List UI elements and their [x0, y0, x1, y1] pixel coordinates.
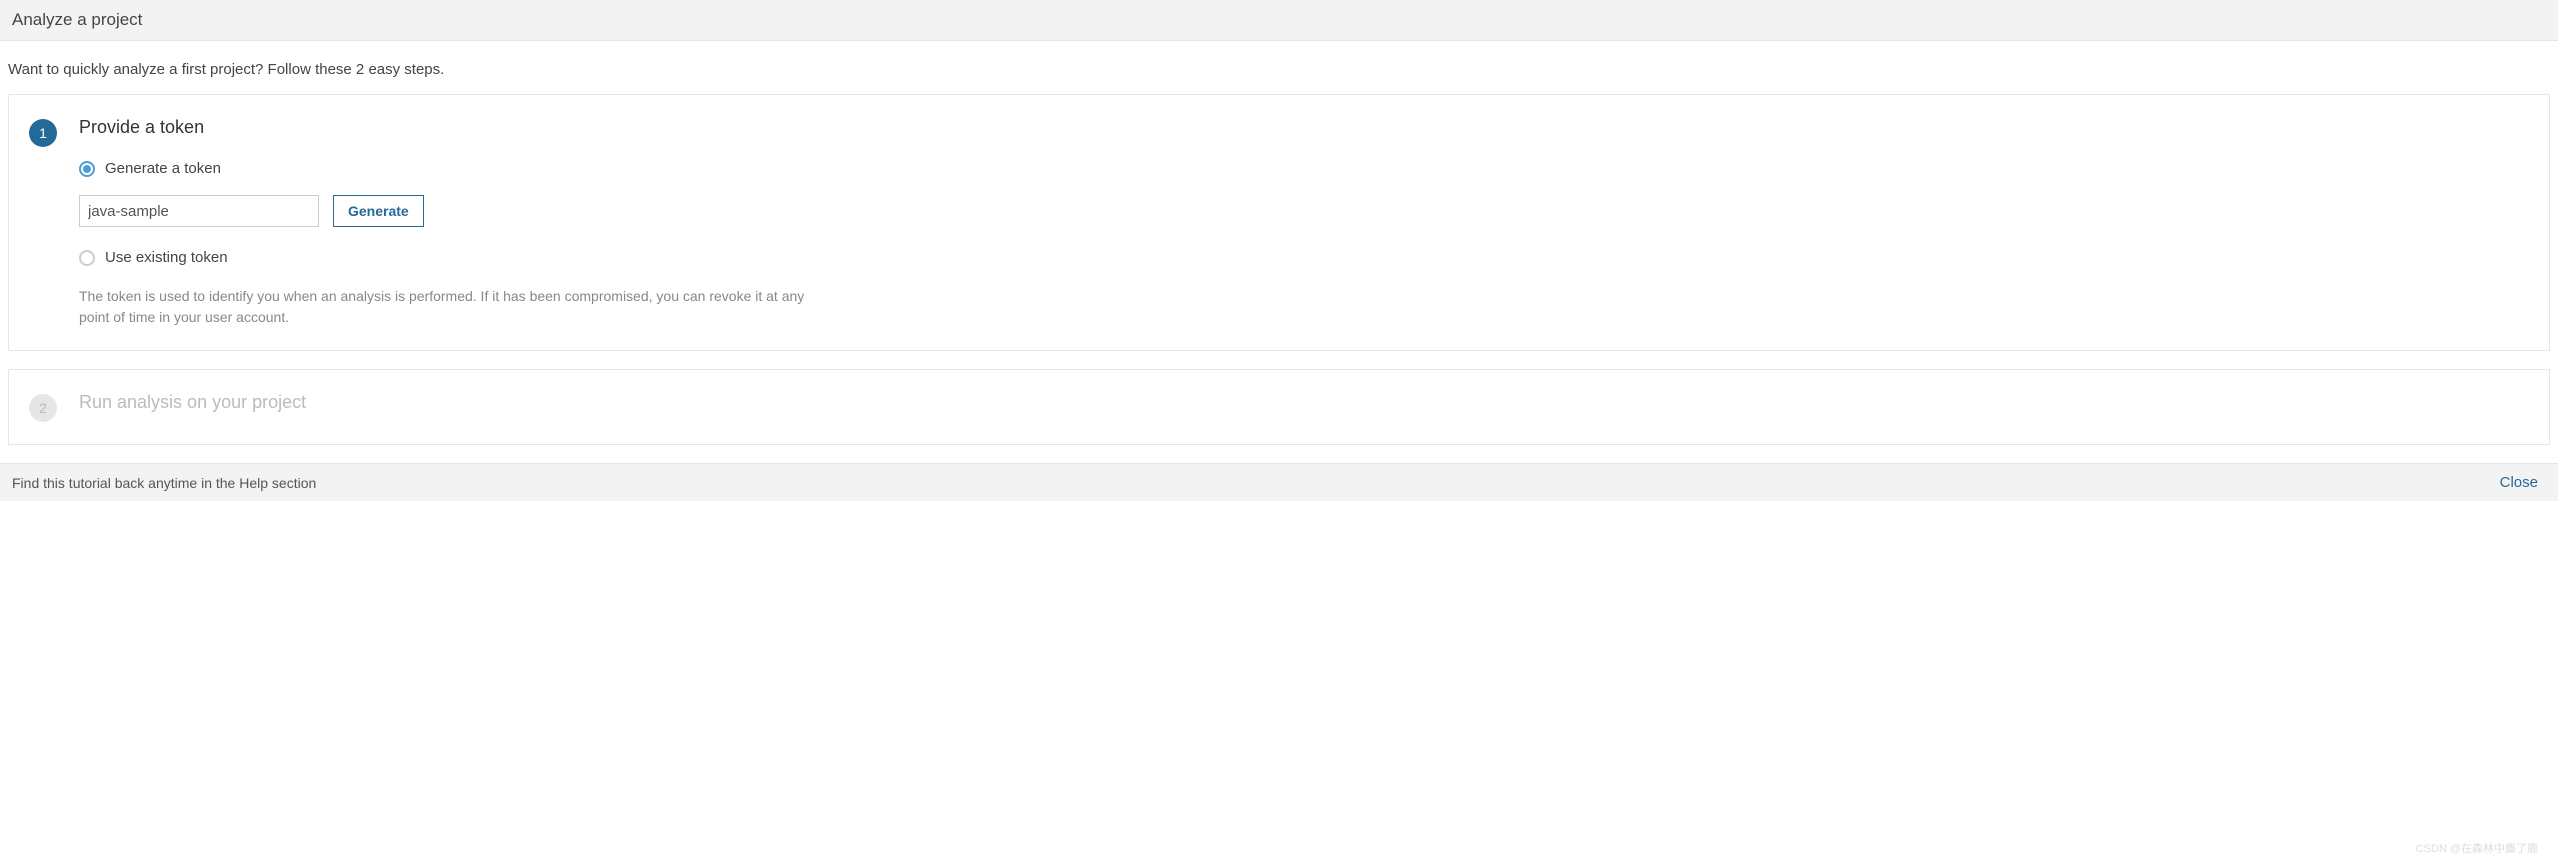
step1-body: Provide a token Generate a token Generat… — [79, 117, 2529, 328]
page-header: Analyze a project — [0, 0, 2558, 41]
radio-existing-token[interactable]: Use existing token — [79, 249, 2529, 266]
radio-generate-token-input[interactable] — [79, 161, 95, 177]
watermark: CSDN @在森林中麋了鹿 — [2416, 840, 2538, 856]
step1-panel: 1 Provide a token Generate a token Gener… — [8, 94, 2550, 351]
radio-existing-token-label: Use existing token — [105, 249, 228, 266]
radio-checked-icon — [83, 165, 91, 173]
page-title: Analyze a project — [12, 10, 2546, 30]
radio-generate-token[interactable]: Generate a token — [79, 160, 2529, 177]
step2-panel: 2 Run analysis on your project — [8, 369, 2550, 445]
intro-text: Want to quickly analyze a first project?… — [0, 41, 2558, 94]
radio-generate-token-label: Generate a token — [105, 160, 221, 177]
step1-number: 1 — [29, 119, 57, 147]
token-name-input[interactable] — [79, 195, 319, 227]
step2: 2 Run analysis on your project — [29, 392, 2529, 422]
token-input-row: Generate — [79, 195, 2529, 227]
page-footer: Find this tutorial back anytime in the H… — [0, 463, 2558, 501]
generate-button[interactable]: Generate — [333, 195, 424, 227]
step2-title: Run analysis on your project — [79, 392, 2529, 413]
close-link[interactable]: Close — [2500, 474, 2538, 491]
step2-body: Run analysis on your project — [79, 392, 2529, 413]
step2-number: 2 — [29, 394, 57, 422]
step1: 1 Provide a token Generate a token Gener… — [29, 117, 2529, 328]
token-help-text: The token is used to identify you when a… — [79, 286, 809, 328]
radio-existing-token-input[interactable] — [79, 250, 95, 266]
step1-title: Provide a token — [79, 117, 2529, 138]
footer-help-text: Find this tutorial back anytime in the H… — [12, 475, 316, 491]
